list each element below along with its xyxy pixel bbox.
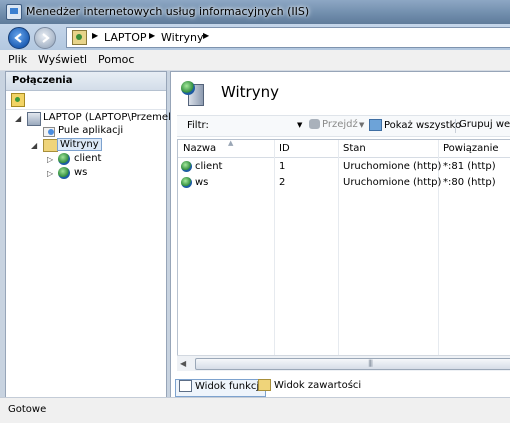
features-view-label: Widok funkcji [195,381,262,392]
back-arrow-icon [14,33,22,43]
connect-icon[interactable] [11,93,25,107]
list-header: ▲ Nazwa ID Stan Powiązanie [178,140,510,158]
menu-bar: Plik Wyświetl Pomoc [0,50,510,71]
tree-label-server: LAPTOP (LAPTOP\Przemek) [43,112,178,123]
binoculars-icon [309,119,320,129]
website-globe-icon [181,177,192,188]
sites-header: Witryny [171,72,510,112]
connections-panel: Połączenia ◢ LAPTOP (LAPTOP\Przemek) Pul… [5,71,178,399]
title-bar: Menedżer internetowych usług informacyjn… [0,0,510,24]
go-dropdown-icon[interactable]: ▼ [359,121,364,129]
server-home-icon [72,30,87,45]
sites-folder-icon [43,139,58,152]
tree-item-app-pools[interactable]: Pule aplikacji [6,125,166,139]
content-view-tab[interactable]: Widok zawartości [255,379,361,395]
content-view-icon [258,379,271,391]
scroll-grip-icon: ||| [368,359,373,367]
connections-title: Połączenia [12,75,73,86]
cell-id: 1 [279,161,286,172]
website-globe-icon [58,153,70,165]
menu-help[interactable]: Pomoc [98,53,134,66]
tree-label-client: client [74,153,102,164]
scrollbar-thumb[interactable]: ||| [195,358,510,370]
expand-icon[interactable]: ▷ [47,169,55,178]
filter-input[interactable] [213,118,305,134]
table-row[interactable]: ws 2 Uruchomione (http) *:80 (http) [178,175,510,191]
go-button[interactable]: Przejdź [309,119,358,130]
group-by-button[interactable]: Grupuj wedł [459,119,510,130]
forward-button[interactable] [34,27,56,49]
cell-binding: *:80 (http) [443,177,496,188]
cell-name: ws [195,177,209,188]
tree-item-sites[interactable]: ◢ Witryny [6,138,166,153]
column-header-name[interactable]: Nazwa [183,143,216,154]
menu-file[interactable]: Plik [8,53,27,66]
cell-binding: *:81 (http) [443,161,496,172]
go-label: Przejdź [322,119,358,130]
show-all-button[interactable]: Pokaż wszystko [369,119,461,131]
filter-dropdown-icon[interactable]: ▼ [297,121,302,129]
show-all-icon [369,119,382,131]
status-text: Gotowe [8,404,47,415]
sites-list: ▲ Nazwa ID Stan Powiązanie client 1 Uruc… [177,139,510,363]
tree-label-app-pools: Pule aplikacji [58,125,124,136]
connections-header: Połączenia [6,72,166,91]
breadcrumb-separator-icon: ▶ [92,31,99,40]
sites-icon [181,81,205,106]
breadcrumb-sites[interactable]: Witryny [161,31,204,44]
breadcrumb-laptop[interactable]: LAPTOP [104,31,147,44]
collapse-icon[interactable]: ◢ [15,114,23,123]
menu-view[interactable]: Wyświetl [38,53,87,66]
tree-label-sites: Witryny [57,138,102,151]
column-header-binding[interactable]: Powiązanie [443,143,499,154]
tree-item-client[interactable]: ▷ client [6,153,166,167]
content-area: Połączenia ◢ LAPTOP (LAPTOP\Przemek) Pul… [0,71,510,399]
connections-toolbar [6,91,166,110]
app-pool-icon [43,125,56,137]
website-globe-icon [58,167,70,179]
back-button[interactable] [8,27,30,49]
filter-label: Filtr: [187,120,209,131]
features-view-tab[interactable]: Widok funkcji [175,379,266,397]
cell-state: Uruchomione (http) [343,161,442,172]
address-row: ▶ LAPTOP ▶ Witryny ▶ [0,24,510,50]
view-switcher: Widok funkcji Widok zawartości [171,377,510,398]
sort-ascending-icon: ▲ [228,139,234,147]
cell-state: Uruchomione (http) [343,177,442,188]
scroll-left-icon[interactable]: ◀ [180,359,186,368]
toolbar-separator [455,119,456,133]
iis-app-icon [6,4,22,20]
column-header-id[interactable]: ID [279,143,290,154]
window-title: Menedżer internetowych usług informacyjn… [26,5,310,18]
cell-id: 2 [279,177,286,188]
horizontal-scrollbar[interactable]: ◀ ||| [177,355,510,371]
status-bar: Gotowe [0,397,510,423]
expand-icon[interactable]: ▷ [47,155,55,164]
page-title: Witryny [221,83,279,101]
cell-name: client [195,161,223,172]
tree-item-server[interactable]: ◢ LAPTOP (LAPTOP\Przemek) [6,112,178,126]
filter-toolbar: Filtr: ▼ Przejdź ▼ Pokaż wszystko Grupuj… [177,115,510,137]
address-bar[interactable]: ▶ LAPTOP ▶ Witryny ▶ [66,27,510,48]
column-header-state[interactable]: Stan [343,143,366,154]
breadcrumb-dropdown-icon[interactable]: ▶ [203,31,209,40]
content-view-label: Widok zawartości [274,380,362,391]
forward-arrow-icon [42,33,50,43]
tree-item-ws[interactable]: ▷ ws [6,167,166,181]
show-all-label: Pokaż wszystko [384,120,462,131]
iis-manager-window: Menedżer internetowych usług informacyjn… [0,0,510,423]
features-view-icon [179,380,192,392]
server-icon [27,112,41,126]
website-globe-icon [181,161,192,172]
collapse-icon[interactable]: ◢ [31,141,39,150]
table-row[interactable]: client 1 Uruchomione (http) *:81 (http) [178,159,510,175]
sites-panel: Witryny Filtr: ▼ Przejdź ▼ Pokaż wszystk… [170,71,510,399]
breadcrumb-separator-icon: ▶ [149,31,156,40]
tree-label-ws: ws [74,167,88,178]
